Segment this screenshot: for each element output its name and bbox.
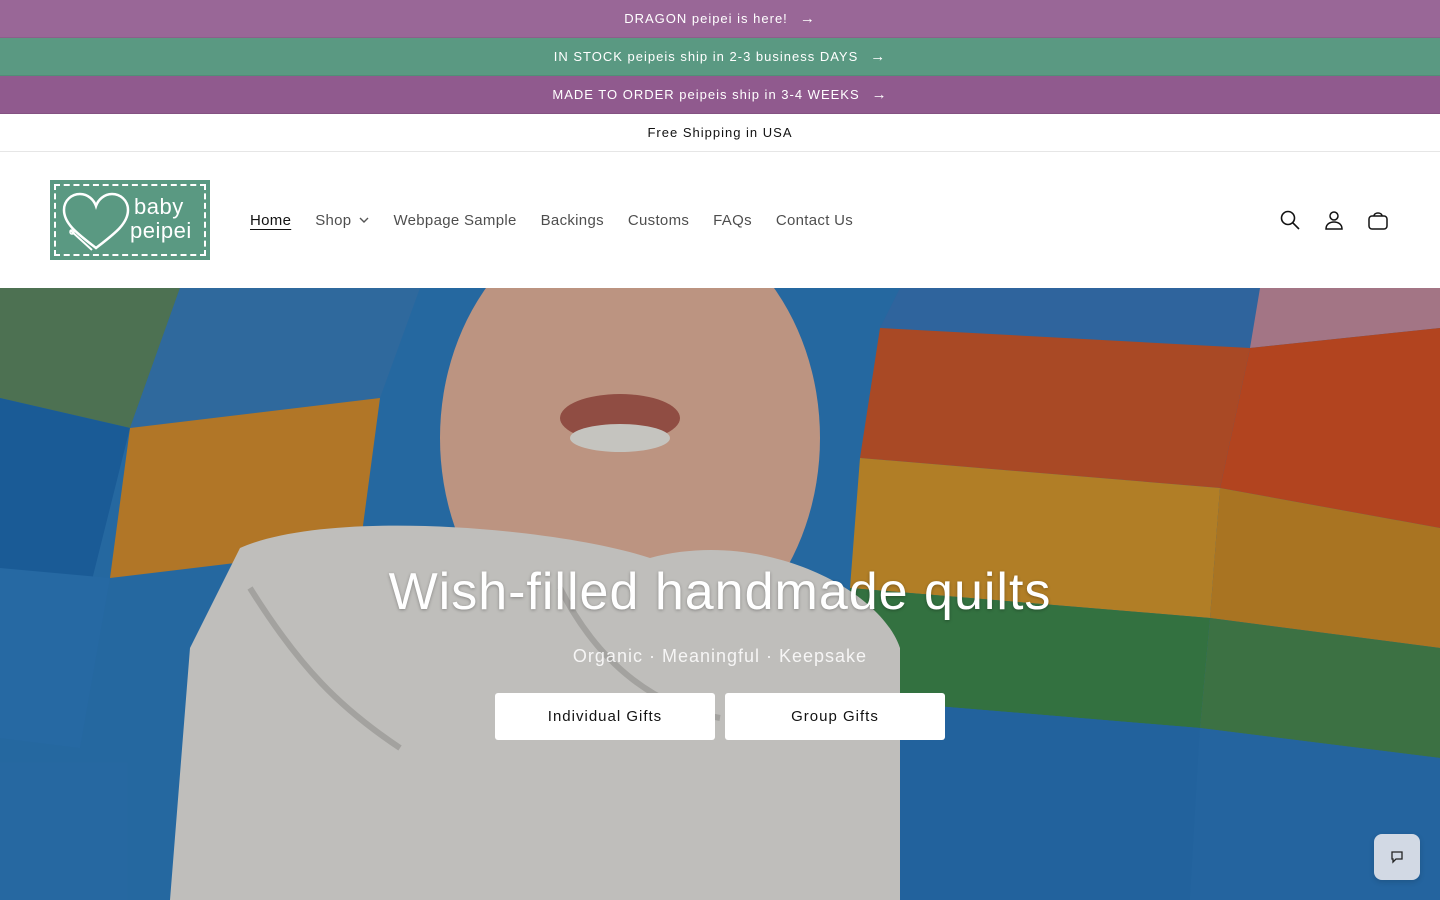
logo-text-peipei: peipei xyxy=(130,218,192,243)
announcement-bar-shipping: Free Shipping in USA xyxy=(0,114,1440,152)
hero-content: Wish-filled handmade quilts Organic · Me… xyxy=(0,560,1440,740)
announcement-bar-in-stock[interactable]: IN STOCK peipeis ship in 2-3 business DA… xyxy=(0,38,1440,76)
heart-needle-icon xyxy=(62,192,130,251)
cart-icon[interactable] xyxy=(1356,198,1400,242)
logo-text-baby: baby xyxy=(134,194,184,219)
announcement-text: Free Shipping in USA xyxy=(647,125,793,140)
nav-item-faqs[interactable]: FAQs xyxy=(713,212,752,229)
group-gifts-button[interactable]: Group Gifts xyxy=(725,693,945,740)
announcement-text: DRAGON peipei is here! xyxy=(624,11,788,26)
chevron-down-icon xyxy=(359,217,369,223)
site-header: baby peipei Home Shop Webpage Sample Bac… xyxy=(0,152,1440,288)
nav-item-shop[interactable]: Shop xyxy=(315,212,369,229)
hero-buttons: Individual Gifts Group Gifts xyxy=(0,693,1440,740)
announcement-bar-made-to-order[interactable]: MADE TO ORDER peipeis ship in 3-4 WEEKS … xyxy=(0,76,1440,114)
individual-gifts-button[interactable]: Individual Gifts xyxy=(495,693,715,740)
announcement-bar-dragon[interactable]: DRAGON peipei is here! → xyxy=(0,0,1440,38)
nav-item-home[interactable]: Home xyxy=(250,212,291,229)
nav-item-backings[interactable]: Backings xyxy=(541,212,604,229)
arrow-right-icon: → xyxy=(870,48,887,65)
announcement-text: MADE TO ORDER peipeis ship in 3-4 WEEKS xyxy=(552,87,860,102)
nav-item-customs[interactable]: Customs xyxy=(628,212,689,229)
nav-item-webpage-sample[interactable]: Webpage Sample xyxy=(393,212,516,229)
hero-title: Wish-filled handmade quilts xyxy=(388,563,1052,621)
nav-item-contact-us[interactable]: Contact Us xyxy=(776,212,853,229)
nav-item-label: Shop xyxy=(315,211,352,229)
account-icon[interactable] xyxy=(1312,198,1356,242)
header-icons xyxy=(1268,198,1400,242)
arrow-right-icon: → xyxy=(871,86,888,103)
chat-button[interactable] xyxy=(1374,834,1420,880)
chat-icon xyxy=(1391,851,1403,864)
arrow-right-icon: → xyxy=(799,10,816,27)
main-nav: Home Shop Webpage Sample Backings Custom… xyxy=(238,212,865,229)
logo[interactable]: baby peipei xyxy=(50,180,210,260)
hero-subtitle: Organic · Meaningful · Keepsake xyxy=(572,646,868,666)
hero-banner: Wish-filled handmade quilts Organic · Me… xyxy=(0,288,1440,900)
search-icon[interactable] xyxy=(1268,198,1312,242)
announcement-text: IN STOCK peipeis ship in 2-3 business DA… xyxy=(553,49,859,64)
